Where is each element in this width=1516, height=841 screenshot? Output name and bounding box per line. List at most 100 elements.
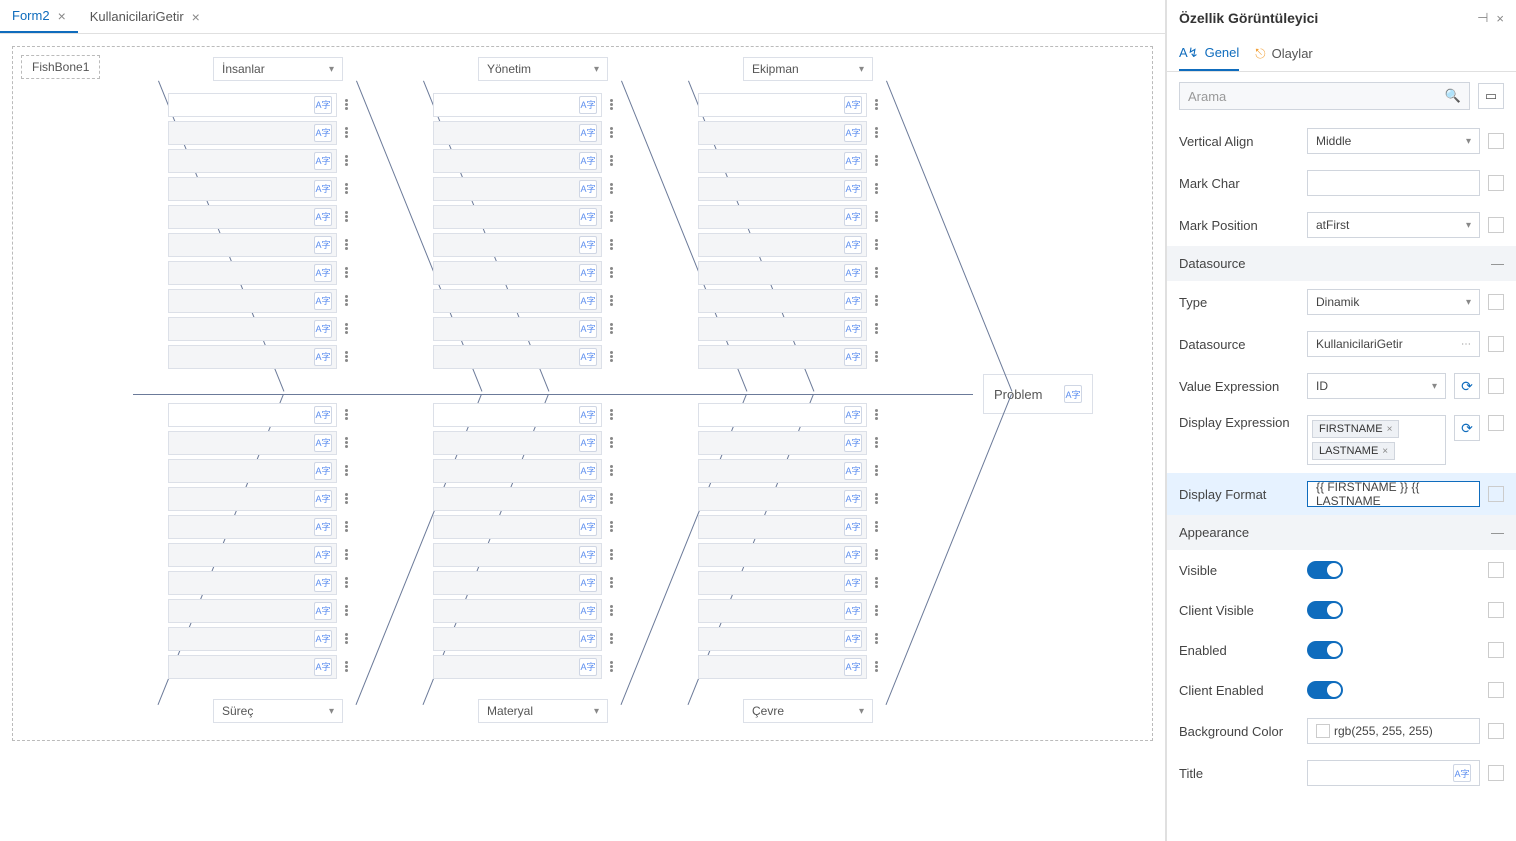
cause-input[interactable]: A字 <box>168 177 337 201</box>
input-display-format[interactable]: {{ FIRSTNAME }} {{ LASTNAME <box>1307 481 1480 507</box>
cause-input[interactable]: A字 <box>168 289 337 313</box>
kebab-icon[interactable] <box>610 323 613 334</box>
translate-icon[interactable]: A字 <box>314 434 332 452</box>
kebab-icon[interactable] <box>610 577 613 588</box>
kebab-icon[interactable] <box>875 211 878 222</box>
cause-input[interactable]: A字 <box>168 261 337 285</box>
cause-row[interactable]: A字 <box>698 653 878 680</box>
translate-icon[interactable]: A字 <box>314 124 332 142</box>
kebab-icon[interactable] <box>610 211 613 222</box>
translate-icon[interactable]: A字 <box>579 124 597 142</box>
kebab-icon[interactable] <box>875 633 878 644</box>
cause-row[interactable]: A字 <box>168 541 348 568</box>
cause-row[interactable]: A字 <box>433 625 613 652</box>
kebab-icon[interactable] <box>345 577 348 588</box>
pin-icon[interactable]: ⊣ <box>1477 10 1488 26</box>
translate-icon[interactable]: A字 <box>579 96 597 114</box>
kebab-icon[interactable] <box>345 437 348 448</box>
cause-input[interactable]: A字 <box>433 403 602 427</box>
refresh-button[interactable]: ⟳ <box>1454 415 1480 441</box>
cause-input[interactable]: A字 <box>433 289 602 313</box>
cause-row[interactable]: A字 <box>168 569 348 596</box>
cause-row[interactable]: A字 <box>433 541 613 568</box>
translate-icon[interactable]: A字 <box>844 518 862 536</box>
cause-input[interactable]: A字 <box>433 487 602 511</box>
kebab-icon[interactable] <box>875 99 878 110</box>
kebab-icon[interactable] <box>345 99 348 110</box>
translate-icon[interactable]: A字 <box>314 180 332 198</box>
cause-row[interactable]: A字 <box>433 175 613 202</box>
cause-row[interactable]: A字 <box>433 485 613 512</box>
kebab-icon[interactable] <box>345 633 348 644</box>
cause-input[interactable]: A字 <box>698 317 867 341</box>
kebab-icon[interactable] <box>610 155 613 166</box>
translate-icon[interactable]: A字 <box>1064 385 1082 403</box>
kebab-icon[interactable] <box>610 99 613 110</box>
translate-icon[interactable]: A字 <box>844 320 862 338</box>
cause-row[interactable]: A字 <box>698 315 878 342</box>
cause-input[interactable]: A字 <box>168 233 337 257</box>
translate-icon[interactable]: A字 <box>314 236 332 254</box>
cause-input[interactable]: A字 <box>168 317 337 341</box>
cause-input[interactable]: A字 <box>168 205 337 229</box>
translate-icon[interactable]: A字 <box>314 602 332 620</box>
kebab-icon[interactable] <box>345 183 348 194</box>
kebab-icon[interactable] <box>875 239 878 250</box>
cause-input[interactable]: A字 <box>168 121 337 145</box>
cause-input[interactable]: A字 <box>433 627 602 651</box>
kebab-icon[interactable] <box>875 351 878 362</box>
kebab-icon[interactable] <box>875 549 878 560</box>
override-checkbox[interactable] <box>1488 562 1504 578</box>
cause-row[interactable]: A字 <box>698 513 878 540</box>
translate-icon[interactable]: A字 <box>314 462 332 480</box>
translate-icon[interactable]: A字 <box>844 546 862 564</box>
cause-input[interactable]: A字 <box>698 515 867 539</box>
cause-row[interactable]: A字 <box>168 401 348 428</box>
cause-row[interactable]: A字 <box>433 597 613 624</box>
cause-input[interactable]: A字 <box>433 121 602 145</box>
translate-icon[interactable]: A字 <box>579 180 597 198</box>
cause-input[interactable]: A字 <box>168 345 337 369</box>
cause-input[interactable]: A字 <box>168 487 337 511</box>
cause-row[interactable]: A字 <box>433 91 613 118</box>
cause-input[interactable]: A字 <box>433 261 602 285</box>
cause-row[interactable]: A字 <box>698 569 878 596</box>
kebab-icon[interactable] <box>345 493 348 504</box>
input-datasource[interactable]: KullanicilariGetir⋯ <box>1307 331 1480 357</box>
override-checkbox[interactable] <box>1488 642 1504 658</box>
translate-icon[interactable]: A字 <box>844 236 862 254</box>
select-vertical-align[interactable]: Middle▾ <box>1307 128 1480 154</box>
kebab-icon[interactable] <box>345 409 348 420</box>
override-checkbox[interactable] <box>1488 378 1504 394</box>
override-checkbox[interactable] <box>1488 486 1504 502</box>
collapse-button[interactable]: ▭ <box>1478 83 1504 109</box>
category-label[interactable]: Süreç▾ <box>213 699 343 723</box>
input-mark-char[interactable] <box>1307 170 1480 196</box>
kebab-icon[interactable] <box>345 155 348 166</box>
kebab-icon[interactable] <box>875 521 878 532</box>
cause-input[interactable]: A字 <box>698 121 867 145</box>
kebab-icon[interactable] <box>610 605 613 616</box>
toggle-client-enabled[interactable] <box>1307 681 1343 699</box>
kebab-icon[interactable] <box>875 183 878 194</box>
translate-icon[interactable]: A字 <box>579 658 597 676</box>
translate-icon[interactable]: A字 <box>844 658 862 676</box>
translate-icon[interactable]: A字 <box>579 574 597 592</box>
kebab-icon[interactable] <box>345 605 348 616</box>
override-checkbox[interactable] <box>1488 175 1504 191</box>
tab-general[interactable]: A↯ Genel <box>1179 36 1239 71</box>
kebab-icon[interactable] <box>875 493 878 504</box>
cause-input[interactable]: A字 <box>168 431 337 455</box>
cause-input[interactable]: A字 <box>433 177 602 201</box>
cause-input[interactable]: A字 <box>698 233 867 257</box>
cause-row[interactable]: A字 <box>433 457 613 484</box>
translate-icon[interactable]: A字 <box>314 658 332 676</box>
cause-row[interactable]: A字 <box>698 203 878 230</box>
close-icon[interactable]: × <box>58 8 66 24</box>
translate-icon[interactable]: A字 <box>579 602 597 620</box>
override-checkbox[interactable] <box>1488 602 1504 618</box>
cause-row[interactable]: A字 <box>168 653 348 680</box>
cause-row[interactable]: A字 <box>433 315 613 342</box>
category-label[interactable]: Çevre▾ <box>743 699 873 723</box>
cause-row[interactable]: A字 <box>433 231 613 258</box>
